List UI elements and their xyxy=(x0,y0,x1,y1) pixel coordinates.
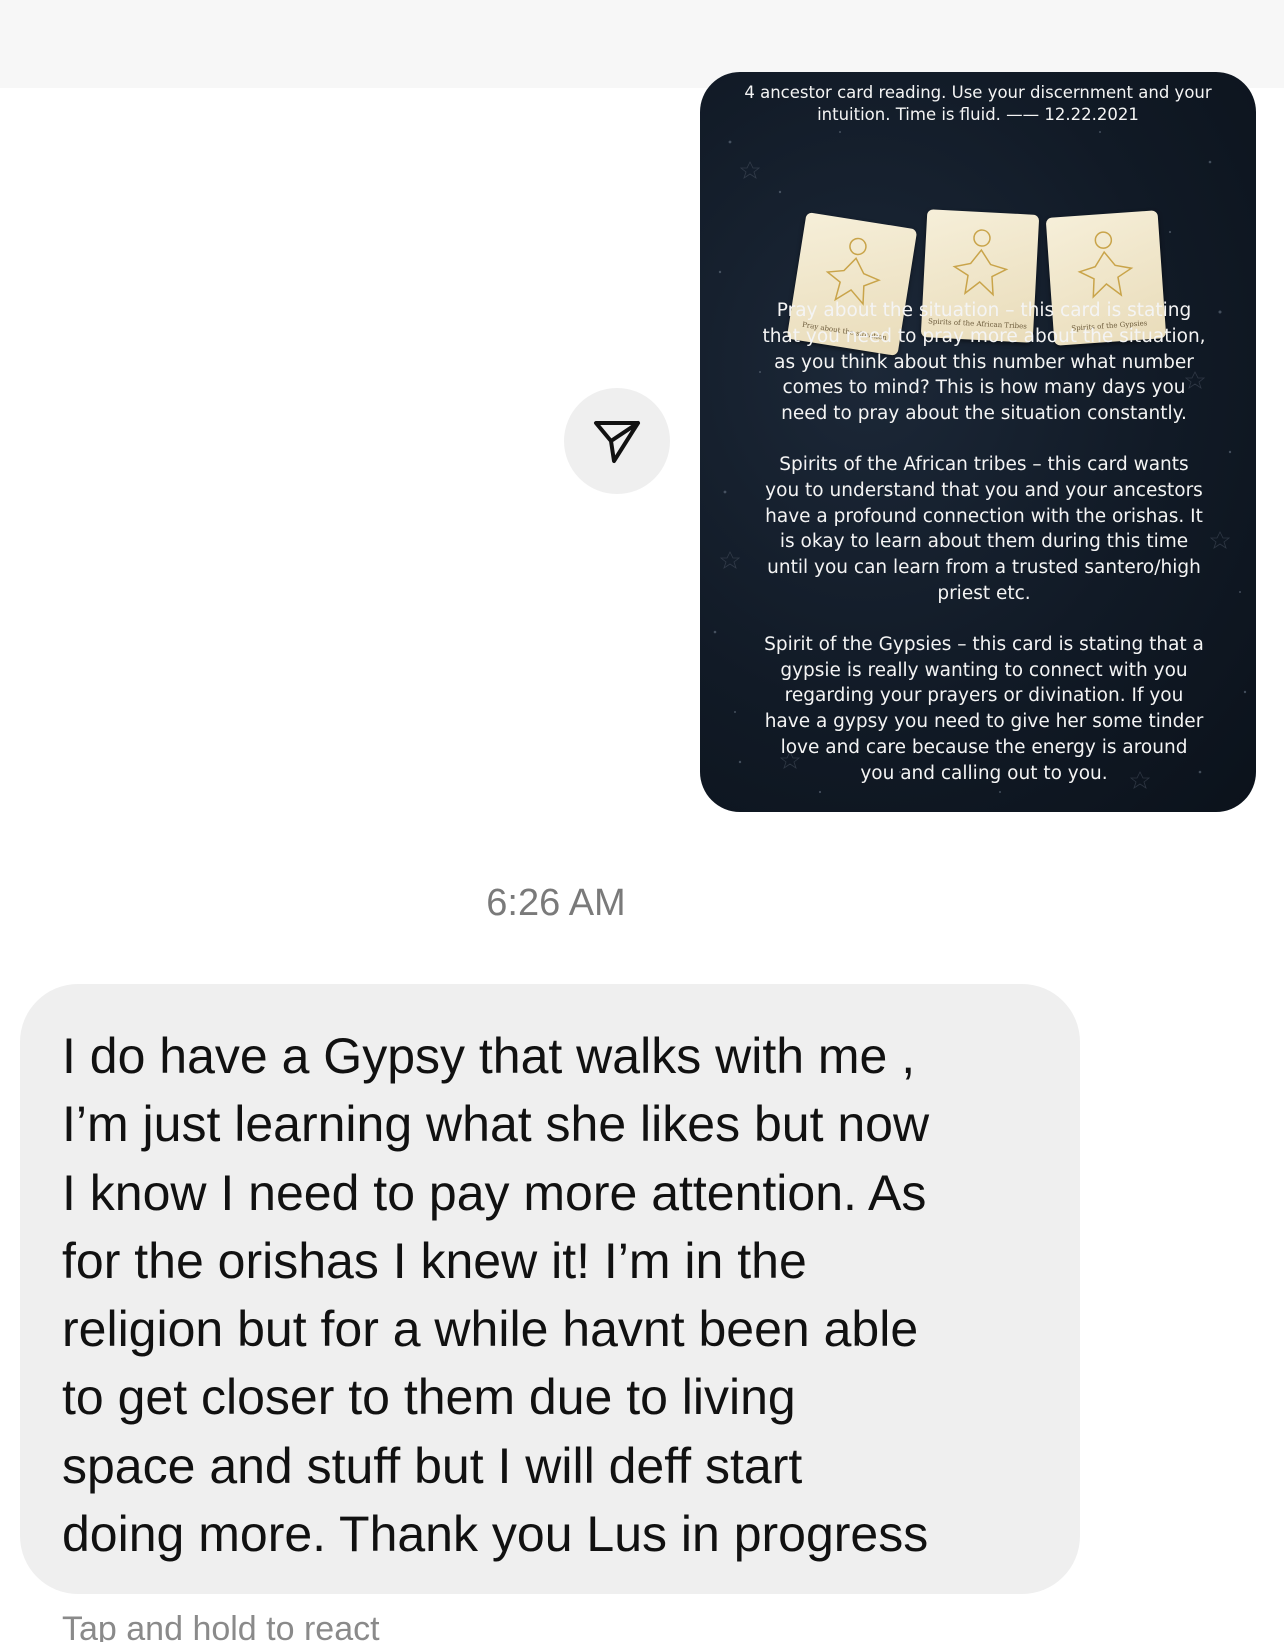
message-timestamp: 6:26 AM xyxy=(486,882,626,924)
post-header-line-2: intuition. Time is fluid. —— 12.22.2021 xyxy=(817,105,1139,124)
message-text: I do have a Gypsy that walks with me , I… xyxy=(62,1028,930,1563)
shared-post-image[interactable]: 4 ancestor card reading. Use your discer… xyxy=(700,72,1256,812)
post-paragraph: Spirit of the Gypsies – this card is sta… xyxy=(764,633,1204,784)
share-button[interactable] xyxy=(564,388,670,494)
spiral-star-icon xyxy=(1077,231,1134,299)
react-hint: Tap and hold to react xyxy=(62,1610,380,1642)
received-message-bubble[interactable]: I do have a Gypsy that walks with me , I… xyxy=(20,984,1080,1594)
post-body: Pray about the situation – this card is … xyxy=(736,298,1232,812)
post-paragraph: Pray about the situation – this card is … xyxy=(762,300,1206,425)
spiral-star-icon xyxy=(952,229,1009,297)
post-paragraph: Spirits of the African tribes – this car… xyxy=(765,453,1203,604)
chat-screen: 4 ancestor card reading. Use your discer… xyxy=(0,0,1284,1642)
post-header-line-1: 4 ancestor card reading. Use your discer… xyxy=(744,83,1212,102)
paper-plane-icon xyxy=(594,421,640,463)
post-header: 4 ancestor card reading. Use your discer… xyxy=(720,82,1236,126)
